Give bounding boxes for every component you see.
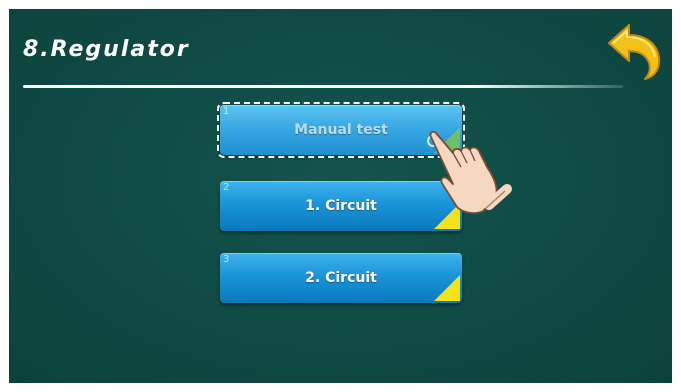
back-button[interactable] bbox=[599, 17, 665, 83]
menu-item-label: Manual test bbox=[294, 122, 388, 138]
regulator-screen: 8.Regulator 1 Manual test 2 1. Circuit 3… bbox=[9, 9, 672, 383]
corner-triangle-icon bbox=[434, 127, 460, 153]
menu-item-circuit-2[interactable]: 3 2. Circuit bbox=[220, 253, 462, 303]
menu-item-circuit-1[interactable]: 2 1. Circuit bbox=[220, 181, 462, 231]
menu-item-label: 2. Circuit bbox=[305, 270, 377, 286]
page-title: 8.Regulator bbox=[23, 37, 190, 62]
corner-triangle-icon bbox=[434, 275, 460, 301]
corner-triangle-icon bbox=[434, 203, 460, 229]
menu-item-manual-test[interactable]: 1 Manual test bbox=[217, 102, 465, 158]
menu-item-label: 1. Circuit bbox=[305, 198, 377, 214]
back-arrow-icon bbox=[608, 24, 660, 80]
title-divider bbox=[23, 85, 623, 88]
